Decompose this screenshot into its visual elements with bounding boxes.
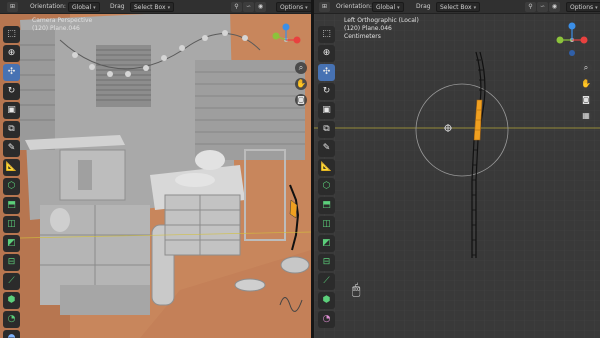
snap-icons: ⚲ ∽ ◉ bbox=[230, 2, 266, 12]
add-cube-icon[interactable]: ⬡ bbox=[3, 178, 20, 195]
view-name: Left Orthographic (Local) bbox=[344, 17, 419, 24]
orientation-value: Global bbox=[72, 4, 92, 11]
chevron-down-icon: ▾ bbox=[473, 5, 477, 11]
bevel-icon[interactable]: ◩ bbox=[318, 235, 335, 252]
orientation-dropdown[interactable]: Global ▾ bbox=[372, 2, 404, 12]
move-icon[interactable]: ✣ bbox=[3, 64, 20, 81]
smooth-icon[interactable]: ◓ bbox=[3, 330, 20, 338]
select-box-icon[interactable]: ⬚ bbox=[318, 26, 335, 43]
scale-icon[interactable]: ▣ bbox=[318, 102, 335, 119]
poly-build-icon[interactable]: ⬢ bbox=[3, 292, 20, 309]
scene-render bbox=[0, 0, 311, 338]
options-label: Options bbox=[280, 4, 304, 11]
right-toolbar: ⬚ ⊕ ✣ ↻ ▣ ⧉ ✎ 📐 ⬡ ⬒ ◫ ◩ ⊟ ⟋ ⬢ ◔ bbox=[318, 26, 335, 330]
active-object: (120) Plane.046 bbox=[32, 25, 80, 32]
drag-dropdown[interactable]: Select Box ▾ bbox=[436, 2, 481, 12]
orientation-value: Global bbox=[376, 4, 396, 11]
drag-label: Drag bbox=[110, 3, 125, 10]
chevron-down-icon: ▾ bbox=[595, 5, 598, 11]
options-dropdown[interactable]: Options ▾ bbox=[276, 2, 311, 12]
loop-cut-icon[interactable]: ⊟ bbox=[318, 254, 335, 271]
add-cube-icon[interactable]: ⬡ bbox=[318, 178, 335, 195]
pivot-icon[interactable]: ⚲ bbox=[525, 2, 536, 12]
bevel-icon[interactable]: ◩ bbox=[3, 235, 20, 252]
knife-icon[interactable]: ⟋ bbox=[318, 273, 335, 290]
drag-dropdown[interactable]: Select Box ▾ bbox=[130, 2, 175, 12]
inset-icon[interactable]: ◫ bbox=[318, 216, 335, 233]
right-viewport[interactable]: ⊞ Orientation: Global ▾ Drag Select Box ▾ … bbox=[314, 0, 600, 338]
zoom-icon[interactable]: ⌕ bbox=[580, 62, 592, 74]
scale-icon[interactable]: ▣ bbox=[3, 102, 20, 119]
transform-icon[interactable]: ⧉ bbox=[3, 121, 20, 138]
chevron-down-icon: ▾ bbox=[93, 5, 96, 11]
left-viewport[interactable]: ⊞ Orientation: Global ▾ Drag Select Box ▾ … bbox=[0, 0, 311, 338]
options-label: Options bbox=[570, 4, 594, 11]
move-icon[interactable]: ✣ bbox=[318, 64, 335, 81]
proportional-edit-icon[interactable]: ◉ bbox=[549, 2, 560, 12]
spin-icon[interactable]: ◔ bbox=[3, 311, 20, 328]
snap-icons: ⚲ ∽ ◉ bbox=[524, 2, 560, 12]
unit-scale: Centimeters bbox=[344, 33, 381, 40]
cursor-icon[interactable]: ⊕ bbox=[318, 45, 335, 62]
loop-cut-icon[interactable]: ⊟ bbox=[3, 254, 20, 271]
view-name: Camera Perspective bbox=[32, 17, 93, 24]
pivot-icon[interactable]: ⚲ bbox=[231, 2, 242, 12]
mouse-icon: 🖱 bbox=[352, 282, 361, 298]
snap-icon[interactable]: ∽ bbox=[537, 2, 548, 12]
extrude-icon[interactable]: ⬒ bbox=[3, 197, 20, 214]
drag-value: Select Box bbox=[134, 4, 166, 11]
cursor-icon[interactable]: ⊕ bbox=[3, 45, 20, 62]
orientation-label: Orientation: bbox=[336, 3, 372, 10]
camera-view-icon[interactable]: ◙ bbox=[580, 94, 592, 106]
zoom-icon[interactable]: ⌕ bbox=[295, 62, 307, 74]
spin-icon[interactable]: ◔ bbox=[318, 311, 335, 328]
snap-icon[interactable]: ∽ bbox=[243, 2, 254, 12]
annotate-icon[interactable]: ✎ bbox=[318, 140, 335, 157]
pan-hand-icon[interactable]: ✋ bbox=[580, 78, 592, 90]
rotate-icon[interactable]: ↻ bbox=[318, 83, 335, 100]
chevron-down-icon: ▾ bbox=[305, 5, 308, 11]
measure-icon[interactable]: 📐 bbox=[3, 159, 20, 176]
proportional-edit-icon[interactable]: ◉ bbox=[255, 2, 266, 12]
rotate-icon[interactable]: ↻ bbox=[3, 83, 20, 100]
extrude-icon[interactable]: ⬒ bbox=[318, 197, 335, 214]
transform-icon[interactable]: ⧉ bbox=[318, 121, 335, 138]
right-viewport-header: ⊞ Orientation: Global ▾ Drag Select Box ▾ … bbox=[314, 0, 600, 14]
orientation-label: Orientation: bbox=[30, 3, 66, 10]
left-toolbar: ⬚ ⊕ ✣ ↻ ▣ ⧉ ✎ 📐 ⬡ ⬒ ◫ ◩ ⊟ ⟋ ⬢ ◔ ◓ bbox=[3, 26, 20, 338]
options-dropdown[interactable]: Options ▾ bbox=[566, 2, 600, 12]
knife-icon[interactable]: ⟋ bbox=[3, 273, 20, 290]
chevron-down-icon: ▾ bbox=[167, 5, 171, 11]
measure-icon[interactable]: 📐 bbox=[318, 159, 335, 176]
drag-value: Select Box bbox=[440, 4, 472, 11]
chevron-down-icon: ▾ bbox=[397, 5, 400, 11]
inset-icon[interactable]: ◫ bbox=[3, 216, 20, 233]
pan-hand-icon[interactable]: ✋ bbox=[295, 78, 307, 90]
drag-label: Drag bbox=[416, 3, 431, 10]
editor-type-icon[interactable]: ⊞ bbox=[6, 2, 18, 12]
camera-view-icon[interactable]: ◙ bbox=[295, 94, 307, 106]
editor-type-icon[interactable]: ⊞ bbox=[318, 2, 330, 12]
select-box-icon[interactable]: ⬚ bbox=[3, 26, 20, 43]
poly-build-icon[interactable]: ⬢ bbox=[318, 292, 335, 309]
left-viewport-header: ⊞ Orientation: Global ▾ Drag Select Box ▾ … bbox=[0, 0, 311, 14]
ortho-toggle-icon[interactable]: ▦ bbox=[580, 110, 592, 122]
orientation-dropdown[interactable]: Global ▾ bbox=[68, 2, 100, 12]
active-object: (120) Plane.046 bbox=[344, 25, 392, 32]
annotate-icon[interactable]: ✎ bbox=[3, 140, 20, 157]
